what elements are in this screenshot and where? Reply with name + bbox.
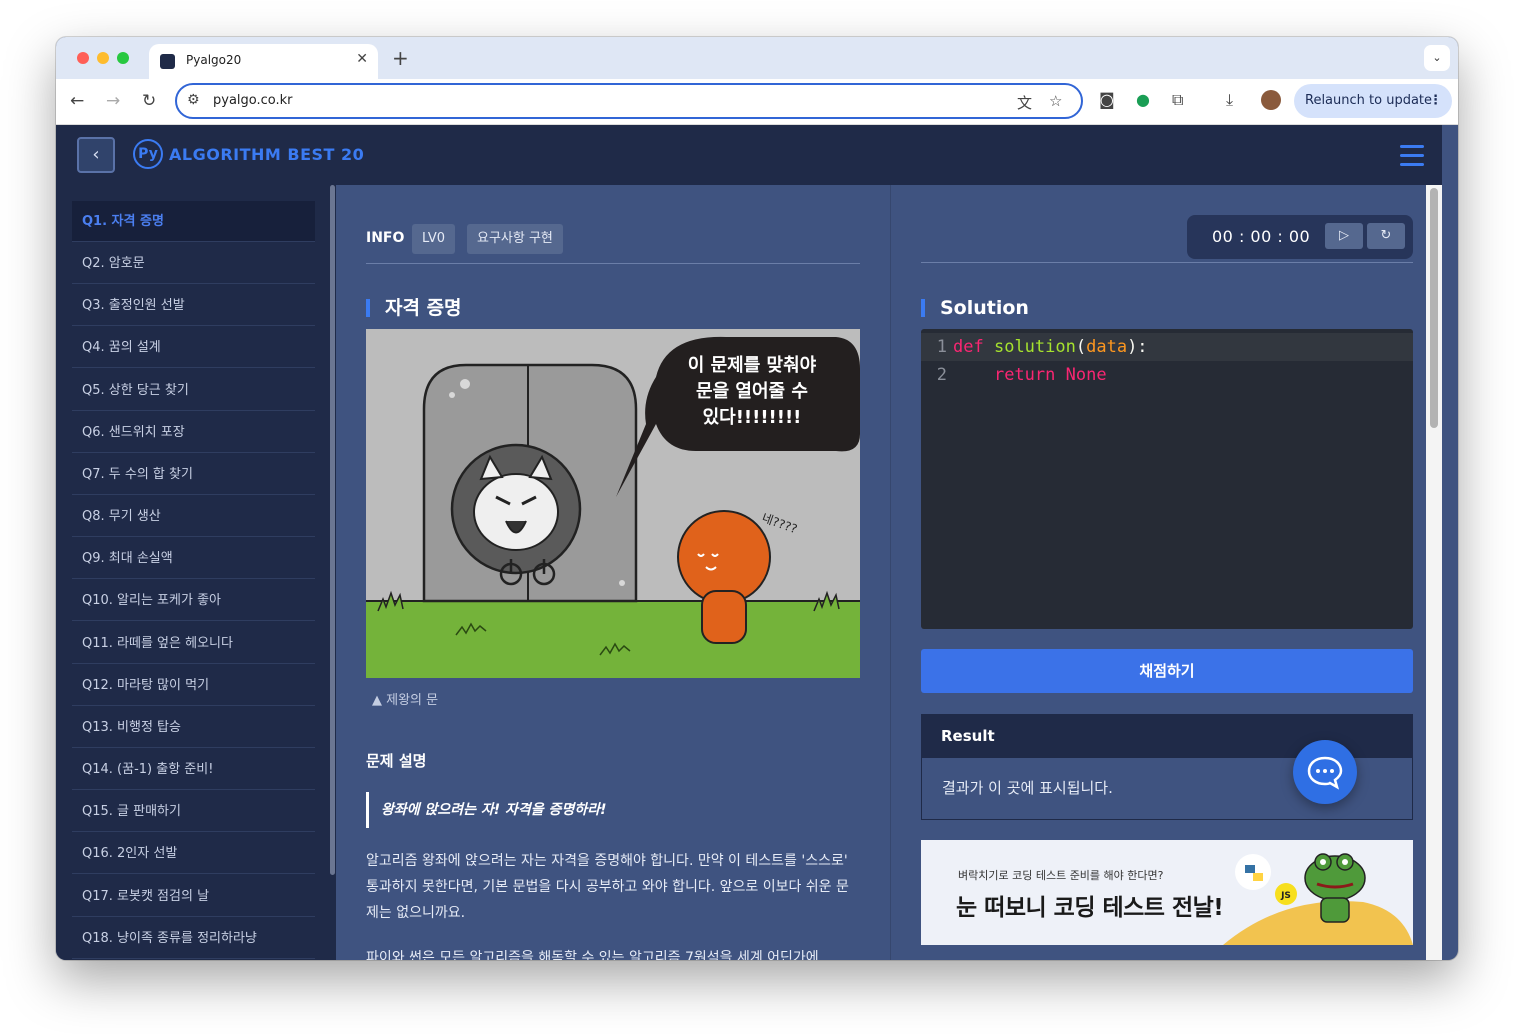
tab-title: Pyalgo20	[186, 53, 242, 67]
info-label: INFO	[366, 230, 405, 246]
banner-title: 눈 떠보니 코딩 테스트 전날!	[956, 895, 1224, 921]
problem-paragraph: 알고리즘 왕좌에 앉으려는 자는 자격을 증명해야 합니다. 만약 이 테스트를…	[366, 853, 849, 921]
chat-bubble-icon	[1307, 756, 1343, 790]
speech-line-1: 이 문제를 맞춰야	[688, 355, 817, 376]
solution-panel: 00 : 00 : 00 ▷ ↻ Solution 1 def solution…	[890, 185, 1442, 960]
bookmark-star-icon[interactable]: ☆	[1049, 92, 1062, 110]
sidebar-scrollbar[interactable]	[330, 185, 335, 875]
info-row: INFO LV0 요구사항 구현	[366, 224, 860, 264]
problem-quote: 왕좌에 앉으려는 자! 자격을 증명하라!	[366, 792, 606, 828]
code-text[interactable]: def solution(data):	[953, 333, 1148, 361]
sidebar-item-q14[interactable]: Q14. (꿈-1) 출항 준비!	[72, 749, 315, 790]
url-text[interactable]: pyalgo.co.kr	[213, 93, 293, 108]
sidebar-item-q9[interactable]: Q9. 최대 손실액	[72, 538, 315, 579]
sidebar-item-q15[interactable]: Q15. 글 판매하기	[72, 791, 315, 832]
banner-mascot-illustration: JS	[1223, 853, 1413, 945]
favicon-icon	[160, 54, 175, 69]
problem-panel: INFO LV0 요구사항 구현 자격 증명 이 문제를 맞춰야 문을 열어줄 …	[336, 185, 890, 960]
description-heading: 문제 설명	[366, 752, 427, 770]
code-text[interactable]: return None	[953, 361, 1107, 389]
sidebar-item-q11[interactable]: Q11. 라떼를 엎은 헤오니다	[72, 623, 315, 664]
minimize-window-button[interactable]	[97, 52, 109, 64]
js-badge: JS	[1280, 891, 1291, 901]
new-tab-icon[interactable]: +	[392, 46, 409, 70]
category-badge: 요구사항 구현	[467, 224, 563, 254]
sidebar-item-q6[interactable]: Q6. 샌드위치 포장	[72, 412, 315, 453]
close-window-button[interactable]	[77, 52, 89, 64]
timer-widget: 00 : 00 : 00 ▷ ↻	[1187, 215, 1413, 259]
page-scrollbar-thumb[interactable]	[1430, 188, 1438, 428]
speech-line-3: 있다!!!!!!!!	[703, 407, 802, 428]
app-viewport: ‹ Py ALGORITHM BEST 20 Q1. 자격 증명 Q2. 암호문…	[56, 125, 1442, 960]
problem-title: 자격 증명	[366, 299, 462, 318]
extension-quote-icon[interactable]: ●	[1136, 90, 1150, 109]
sidebar-item-q10[interactable]: Q10. 알리는 포케가 좋아	[72, 580, 315, 621]
play-icon[interactable]: ▷	[1325, 223, 1363, 249]
illustration-caption: ▲ 제왕의 문	[372, 693, 439, 708]
address-bar[interactable]: ⚙ pyalgo.co.kr 文 ☆	[175, 83, 1083, 119]
profile-avatar[interactable]	[1261, 90, 1281, 110]
browser-toolbar: ← → ↻ ⚙ pyalgo.co.kr 文 ☆ ◙ ● ⧉ ⤓ Relaunc…	[56, 79, 1458, 125]
code-line[interactable]: 2 return None	[921, 361, 1413, 389]
submit-button[interactable]: 채점하기	[921, 649, 1413, 693]
sidebar-item-q17[interactable]: Q17. 로봇캣 점검의 날	[72, 876, 315, 917]
banner-subtitle: 벼락치기로 코딩 테스트 준비를 해야 한다면?	[958, 869, 1164, 882]
sidebar-item-q3[interactable]: Q3. 출정인원 선발	[72, 285, 315, 326]
speech-line-2: 문을 열어줄 수	[696, 381, 808, 402]
app-header: ‹ Py ALGORITHM BEST 20	[56, 125, 1442, 185]
page-scrollbar[interactable]	[1426, 185, 1442, 960]
tab-close-icon[interactable]: ✕	[356, 51, 368, 67]
relaunch-label: Relaunch to update	[1305, 93, 1433, 108]
hamburger-menu-icon[interactable]	[1400, 145, 1424, 172]
relaunch-button[interactable]: Relaunch to update ⋮	[1294, 84, 1452, 118]
sidebar-item-q5[interactable]: Q5. 상한 당근 찾기	[72, 370, 315, 411]
translate-icon[interactable]: 文	[1017, 92, 1032, 113]
sidebar-item-q8[interactable]: Q8. 무기 생산	[72, 496, 315, 537]
problem-paragraph-2: 파이와 썬은 모든 알고리즘을 해독할 수 있는 알고리즘 7원석을 세계 어딘…	[366, 950, 819, 960]
sidebar-item-q1[interactable]: Q1. 자격 증명	[72, 201, 315, 242]
level-badge: LV0	[412, 224, 455, 254]
line-number: 1	[936, 337, 947, 357]
code-line[interactable]: 1 def solution(data):	[921, 333, 1413, 361]
reload-icon[interactable]: ↻	[142, 91, 156, 111]
browser-window: Pyalgo20 ✕ + ⌄ ← → ↻ ⚙ pyalgo.co.kr 文 ☆ …	[56, 37, 1458, 960]
solution-title: Solution	[921, 299, 1029, 318]
forward-arrow-icon[interactable]: →	[106, 91, 120, 111]
tab-search-chevron-icon[interactable]: ⌄	[1424, 45, 1450, 71]
back-button[interactable]: ‹	[77, 137, 115, 173]
logo-icon: Py	[133, 139, 163, 169]
sidebar-item-q4[interactable]: Q4. 꿈의 설계	[72, 327, 315, 368]
sidebar-item-q13[interactable]: Q13. 비행정 탑승	[72, 707, 315, 748]
sidebar-item-q12[interactable]: Q12. 마라탕 많이 먹기	[72, 665, 315, 706]
problem-illustration: 이 문제를 맞춰야 문을 열어줄 수 있다!!!!!!!! 네????	[366, 329, 860, 678]
sidebar-item-q7[interactable]: Q7. 두 수의 합 찾기	[72, 454, 315, 495]
throne-gate-illustration: 이 문제를 맞춰야 문을 열어줄 수 있다!!!!!!!! 네????	[366, 329, 860, 678]
extensions-puzzle-icon[interactable]: ⧉	[1172, 90, 1183, 110]
problem-sidebar: Q1. 자격 증명 Q2. 암호문 Q3. 출정인원 선발 Q4. 꿈의 설계 …	[56, 185, 336, 960]
chat-button[interactable]	[1293, 740, 1357, 804]
line-number: 2	[936, 365, 947, 385]
logo-text[interactable]: ALGORITHM BEST 20	[169, 145, 364, 164]
download-icon[interactable]: ⤓	[1226, 90, 1233, 110]
promo-banner[interactable]: 벼락치기로 코딩 테스트 준비를 해야 한다면? 눈 떠보니 코딩 테스트 전날…	[921, 840, 1413, 945]
zoom-window-button[interactable]	[117, 52, 129, 64]
browser-tab[interactable]: Pyalgo20 ✕	[149, 44, 378, 79]
more-menu-icon[interactable]: ⋮	[1429, 84, 1442, 118]
sidebar-item-q18[interactable]: Q18. 냥이족 종류를 정리하라냥	[72, 918, 315, 959]
sidebar-item-q2[interactable]: Q2. 암호문	[72, 243, 315, 284]
timer-display: 00 : 00 : 00	[1212, 227, 1311, 246]
site-settings-icon[interactable]: ⚙	[187, 92, 200, 108]
camera-icon[interactable]: ◙	[1099, 90, 1115, 109]
sidebar-item-q16[interactable]: Q16. 2인자 선발	[72, 833, 315, 874]
back-arrow-icon[interactable]: ←	[70, 91, 84, 111]
code-editor[interactable]: 1 def solution(data): 2 return None	[921, 329, 1413, 629]
timer-row: 00 : 00 : 00 ▷ ↻	[921, 215, 1413, 263]
reset-icon[interactable]: ↻	[1367, 223, 1405, 249]
browser-tab-bar: Pyalgo20 ✕ + ⌄	[56, 37, 1458, 79]
